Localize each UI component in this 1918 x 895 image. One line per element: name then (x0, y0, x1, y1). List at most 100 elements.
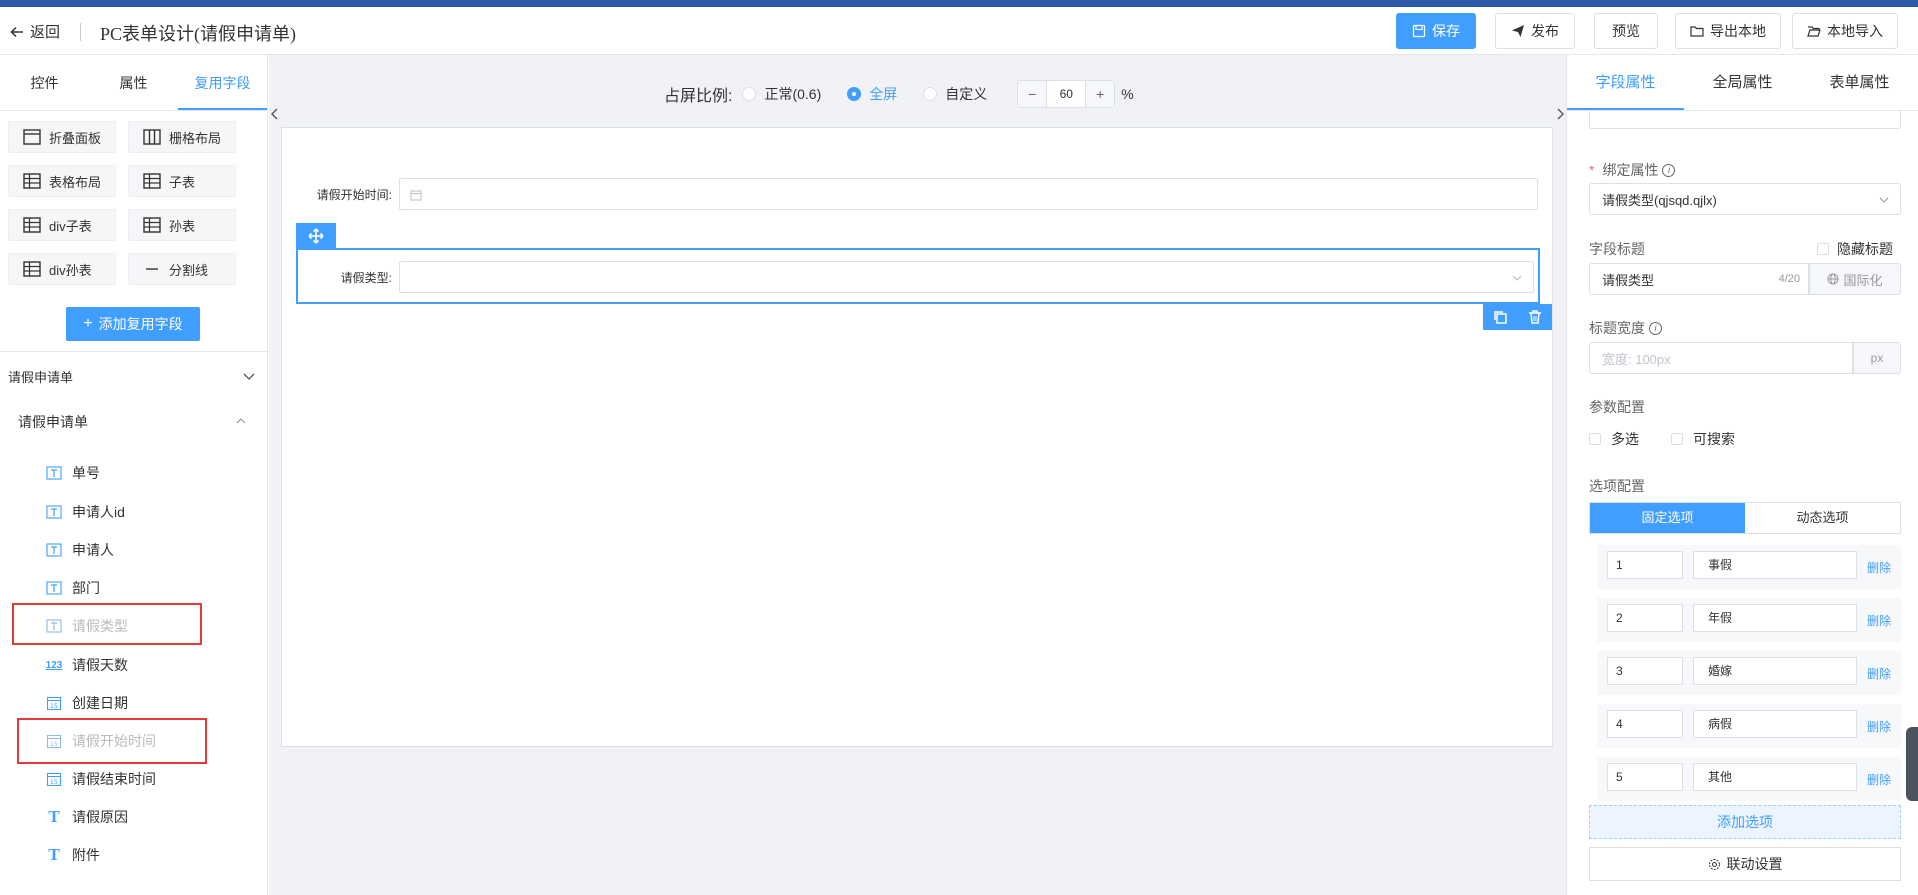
option-label-input[interactable]: 病假 (1693, 710, 1857, 738)
trash-icon[interactable] (1527, 309, 1543, 325)
tab-global-properties[interactable]: 全局属性 (1684, 55, 1801, 110)
list-item[interactable]: 15 请假结束时间 (46, 767, 156, 791)
stepper-decrement-button[interactable]: − (1018, 81, 1047, 107)
form-board: 请假开始时间: 请假类型: (281, 127, 1553, 747)
tab-dynamic-options[interactable]: 动态选项 (1745, 503, 1900, 533)
widget-grid-layout[interactable]: 栅格布局 (128, 121, 236, 153)
tab-form-properties[interactable]: 表单属性 (1801, 55, 1918, 110)
radio-fullscreen[interactable]: 全屏 (847, 84, 897, 104)
list-item[interactable]: 单号 (46, 461, 100, 485)
radio-normal[interactable]: 正常(0.6) (742, 84, 821, 104)
table-icon (23, 173, 41, 189)
calendar-icon (410, 190, 422, 201)
option-delete-link[interactable]: 删除 (1867, 771, 1891, 788)
form-canvas-area: 占屏比例: 正常(0.6) 全屏 自定义 − 60 + % 请假开始时间: 请假… (269, 55, 1566, 895)
date-input[interactable] (399, 178, 1538, 210)
option-value-input[interactable]: 4 (1607, 710, 1683, 738)
option-value-input[interactable]: 2 (1607, 604, 1683, 632)
add-option-button[interactable]: 添加选项 (1589, 805, 1901, 839)
publish-label: 发布 (1531, 23, 1559, 39)
list-item[interactable]: 申请人 (46, 538, 114, 562)
i18n-button[interactable]: 国际化 (1809, 263, 1901, 295)
collapse-panel-icon (23, 129, 41, 145)
option-label-input[interactable]: 婚嫁 (1693, 657, 1857, 685)
add-reuse-field-button[interactable]: + 添加复用字段 (66, 307, 200, 341)
widget-label: 子表 (169, 174, 196, 190)
drag-handle[interactable] (296, 223, 336, 249)
widget-label: 表格布局 (49, 174, 102, 190)
searchable-checkbox[interactable]: 可搜索 (1671, 429, 1735, 449)
save-label: 保存 (1432, 23, 1460, 39)
widget-subtable[interactable]: 子表 (128, 165, 236, 197)
list-item[interactable]: T 请假原因 (46, 805, 128, 829)
export-button[interactable]: 导出本地 (1675, 13, 1781, 49)
linkage-settings-button[interactable]: 联动设置 (1589, 847, 1901, 881)
import-button[interactable]: 本地导入 (1792, 13, 1898, 49)
tab-reuse-fields[interactable]: 复用字段 (178, 55, 267, 110)
option-label-input[interactable]: 年假 (1693, 604, 1857, 632)
multi-select-checkbox[interactable]: 多选 (1589, 429, 1639, 449)
chevron-up-icon[interactable] (234, 414, 248, 428)
option-delete-link[interactable]: 删除 (1867, 559, 1891, 576)
option-delete-link[interactable]: 删除 (1867, 718, 1891, 735)
add-reuse-label: 添加复用字段 (98, 316, 183, 332)
option-delete-link[interactable]: 删除 (1867, 665, 1891, 682)
back-button[interactable]: 返回 (10, 21, 60, 42)
option-delete-link[interactable]: 删除 (1867, 612, 1891, 629)
list-item[interactable]: 123 请假天数 (46, 653, 128, 677)
group-title[interactable]: 请假申请单 (8, 367, 73, 386)
checkbox-label: 多选 (1611, 431, 1639, 447)
list-item[interactable]: T 附件 (46, 843, 100, 867)
list-item[interactable]: 申请人id (46, 500, 125, 524)
option-label-input[interactable]: 事假 (1693, 551, 1857, 579)
grid-layout-icon (143, 129, 161, 145)
header: 返回 PC表单设计(请假申请单) 保存 发布 预览 导出本地 本地导入 (0, 7, 1918, 55)
widget-div-subtable[interactable]: div子表 (8, 209, 116, 241)
checkbox (1589, 433, 1601, 445)
field-label: 请假原因 (72, 809, 128, 825)
option-value-input[interactable]: 5 (1607, 763, 1683, 791)
title-width-input[interactable]: 宽度: 100px (1589, 342, 1853, 374)
subgroup-title[interactable]: 请假申请单 (18, 412, 88, 432)
list-item[interactable]: 15 创建日期 (46, 691, 128, 715)
chevron-down-icon[interactable] (242, 369, 256, 383)
widget-table-layout[interactable]: 表格布局 (8, 165, 116, 197)
option-value-input[interactable]: 1 (1607, 551, 1683, 579)
copy-icon[interactable] (1492, 309, 1508, 325)
tab-controls[interactable]: 控件 (0, 55, 89, 110)
widget-grandchild-table[interactable]: 孙表 (128, 209, 236, 241)
select-input[interactable] (399, 261, 1534, 293)
save-button[interactable]: 保存 (1396, 13, 1476, 49)
hide-title-checkbox[interactable]: 隐藏标题 (1817, 239, 1893, 259)
scrolled-input-edge (1589, 111, 1901, 129)
collapse-left-icon[interactable] (269, 105, 281, 123)
tab-field-properties[interactable]: 字段属性 (1567, 55, 1684, 110)
required-mark: * (1589, 162, 1595, 178)
field-label: 部门 (72, 580, 100, 596)
option-label-input[interactable]: 其他 (1693, 763, 1857, 791)
tab-fixed-options[interactable]: 固定选项 (1590, 503, 1745, 533)
preview-button[interactable]: 预览 (1594, 13, 1658, 49)
floating-side-tab[interactable] (1906, 727, 1918, 801)
radio-dot (742, 87, 757, 101)
widget-div-grandchild-table[interactable]: div孙表 (8, 253, 116, 285)
tab-properties[interactable]: 属性 (89, 55, 178, 110)
bind-property-select[interactable]: 请假类型(qjsqd.qjlx) (1589, 183, 1901, 215)
widget-collapse-panel[interactable]: 折叠面板 (8, 121, 116, 153)
option-value-input[interactable]: 3 (1607, 657, 1683, 685)
radio-custom[interactable]: 自定义 (923, 84, 987, 104)
highlight-box (12, 603, 202, 645)
chevron-down-icon (1512, 275, 1522, 281)
svg-text:15: 15 (50, 779, 58, 786)
stepper-increment-button[interactable]: + (1086, 81, 1115, 107)
widget-divider[interactable]: 分割线 (128, 253, 236, 285)
stepper-value[interactable]: 60 (1046, 81, 1087, 107)
publish-button[interactable]: 发布 (1495, 13, 1575, 49)
checkbox (1671, 433, 1683, 445)
list-item[interactable]: 部门 (46, 576, 100, 600)
collapse-right-icon[interactable] (1554, 105, 1566, 123)
field-title-input[interactable]: 请假类型 4/20 (1589, 263, 1809, 295)
screen-ratio-control: 占屏比例: 正常(0.6) 全屏 自定义 − 60 + % (664, 80, 1134, 108)
option-row: 1 事假 删除 (1597, 545, 1901, 589)
radio-dot (847, 87, 862, 101)
